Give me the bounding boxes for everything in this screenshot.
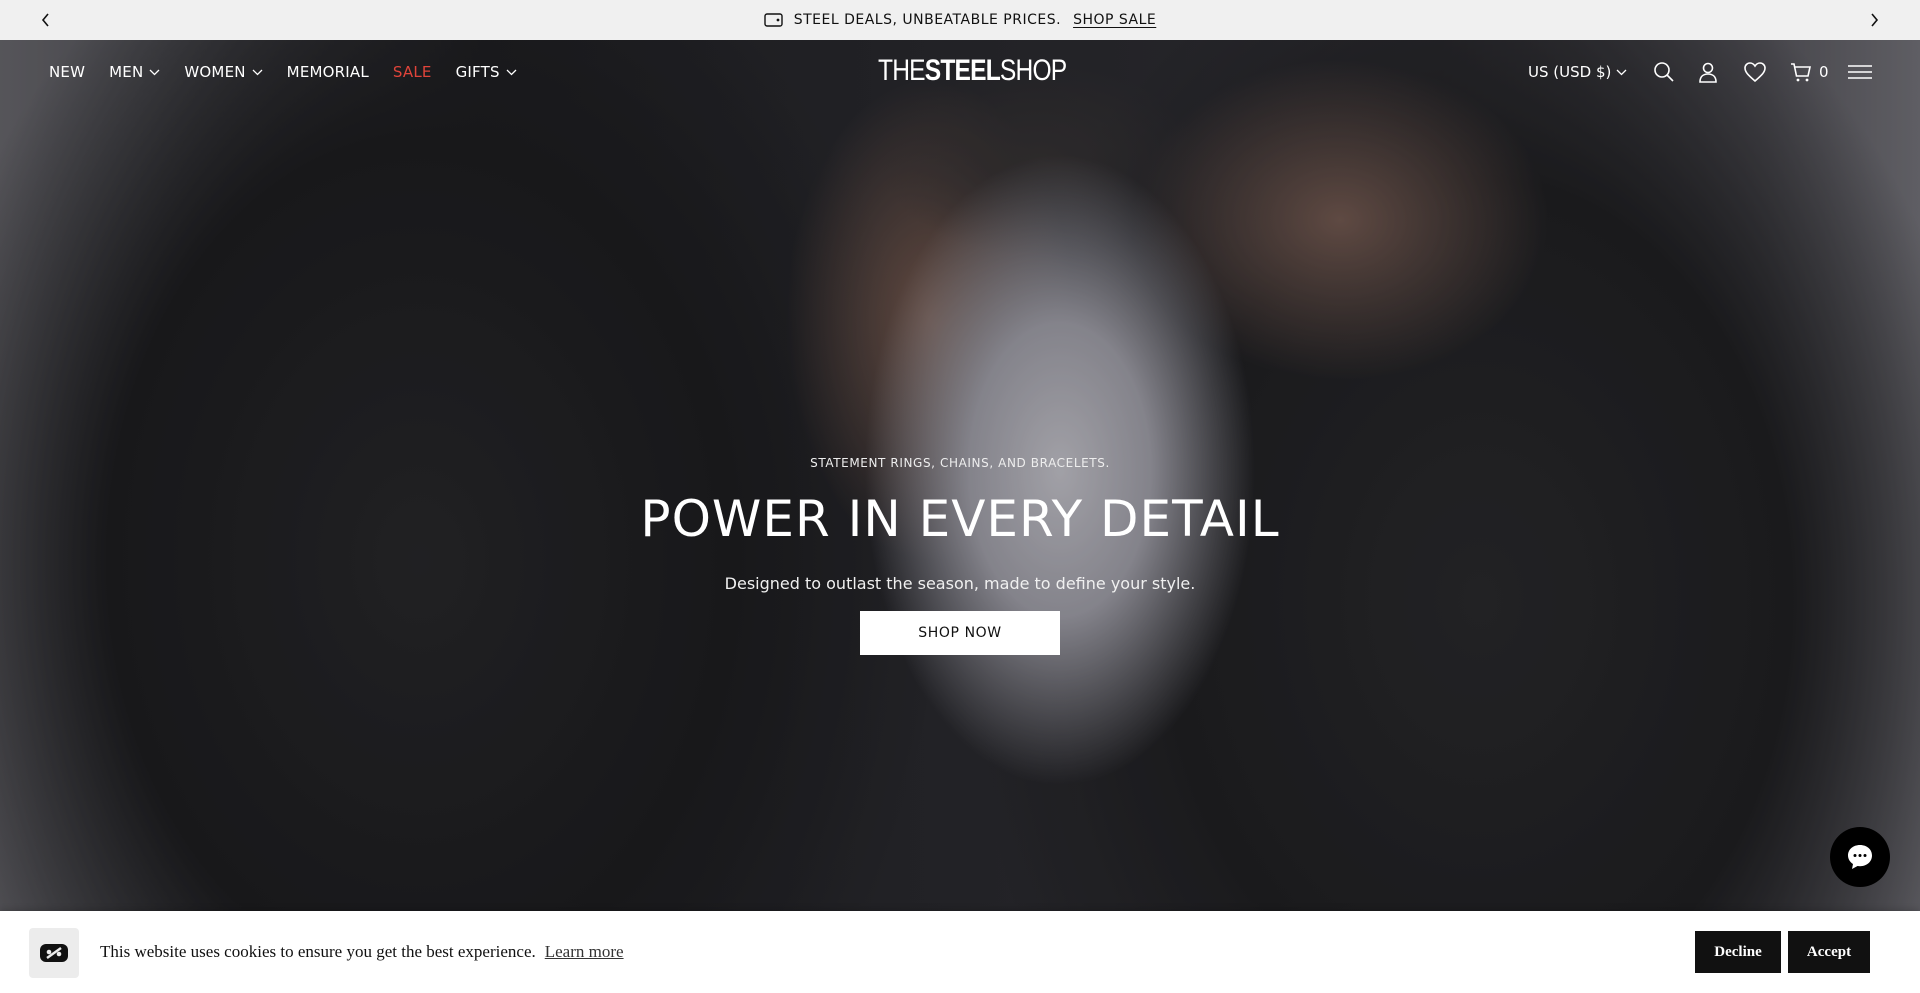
cart-icon xyxy=(1791,63,1811,82)
cart-count[interactable]: 0 xyxy=(1819,40,1829,104)
nav-item-sale[interactable]: SALE xyxy=(393,63,432,81)
decline-button[interactable]: Decline xyxy=(1695,931,1781,973)
wishlist-button[interactable] xyxy=(1741,58,1769,86)
hero-subtext: Designed to outlast the season, made to … xyxy=(724,574,1196,593)
cookie-message: This website uses cookies to ensure you … xyxy=(100,942,536,961)
nav-item-label: NEW xyxy=(49,63,86,81)
hero-eyebrow: STATEMENT RINGS, CHAINS, AND BRACELETS. xyxy=(810,456,1110,470)
site-logo[interactable]: THESTEELSHOP xyxy=(878,54,1067,88)
learn-more-link[interactable]: Learn more xyxy=(545,942,624,962)
cookie-text: This website uses cookies to ensure you … xyxy=(93,911,624,993)
announcement-prev-button[interactable] xyxy=(26,0,66,40)
chat-icon xyxy=(1848,845,1872,869)
menu-icon xyxy=(1848,65,1872,79)
announcement-bar: STEEL DEALS, UNBEATABLE PRICES. SHOP SAL… xyxy=(0,0,1920,40)
chevron-down-icon xyxy=(1616,69,1627,75)
logo-text-light: THE xyxy=(878,54,926,87)
account-button[interactable] xyxy=(1694,58,1722,86)
nav-item-memorial[interactable]: MEMORIAL xyxy=(287,63,369,81)
nav-item-label: WOMEN xyxy=(184,63,246,81)
nav-item-label: MEMORIAL xyxy=(286,63,369,81)
announcement-text: STEEL DEALS, UNBEATABLE PRICES. xyxy=(793,12,1062,28)
chevron-down-icon xyxy=(252,69,263,75)
cookie-logo xyxy=(29,928,79,978)
logo-text-end: SHOP xyxy=(999,54,1067,87)
nav-menu: NEW MEN WOMEN MEMORIAL SALE GIFTS xyxy=(49,40,517,104)
brand-badge-icon xyxy=(40,944,68,962)
nav-item-label: MEN xyxy=(109,63,144,81)
hero-headline: POWER IN EVERY DETAIL xyxy=(640,490,1280,548)
hero-content: STATEMENT RINGS, CHAINS, AND BRACELETS. … xyxy=(0,456,1920,655)
account-icon xyxy=(1699,62,1717,83)
nav-item-label: SALE xyxy=(392,63,432,81)
chevron-down-icon xyxy=(149,69,160,75)
announcement-next-button[interactable] xyxy=(1854,0,1894,40)
cookie-banner: This website uses cookies to ensure you … xyxy=(0,911,1920,993)
main-navigation: NEW MEN WOMEN MEMORIAL SALE GIFTS THESTE… xyxy=(0,40,1920,104)
currency-selector[interactable]: US (USD $) xyxy=(1528,40,1627,104)
nav-item-new[interactable]: NEW xyxy=(49,63,85,81)
tag-icon xyxy=(764,13,783,27)
search-icon xyxy=(1654,62,1674,82)
cart-button[interactable] xyxy=(1787,58,1815,86)
wishlist-icon xyxy=(1744,62,1766,83)
search-button[interactable] xyxy=(1650,58,1678,86)
nav-item-gifts[interactable]: GIFTS xyxy=(456,63,517,81)
chevron-right-icon xyxy=(1871,13,1879,27)
chevron-left-icon xyxy=(41,13,49,27)
currency-label: US (USD $) xyxy=(1528,63,1612,81)
shop-sale-link[interactable]: SHOP SALE xyxy=(1073,12,1156,28)
logo-text-bold: STEEL xyxy=(924,54,1001,87)
accept-button[interactable]: Accept xyxy=(1788,931,1870,973)
announcement-message: STEEL DEALS, UNBEATABLE PRICES. SHOP SAL… xyxy=(764,12,1157,28)
menu-button[interactable] xyxy=(1845,58,1875,86)
chat-button[interactable] xyxy=(1830,827,1890,887)
chevron-down-icon xyxy=(506,69,517,75)
shop-now-button[interactable]: SHOP NOW xyxy=(860,611,1060,655)
nav-item-men[interactable]: MEN xyxy=(109,63,160,81)
nav-item-label: GIFTS xyxy=(455,63,500,81)
nav-item-women[interactable]: WOMEN xyxy=(184,63,263,81)
